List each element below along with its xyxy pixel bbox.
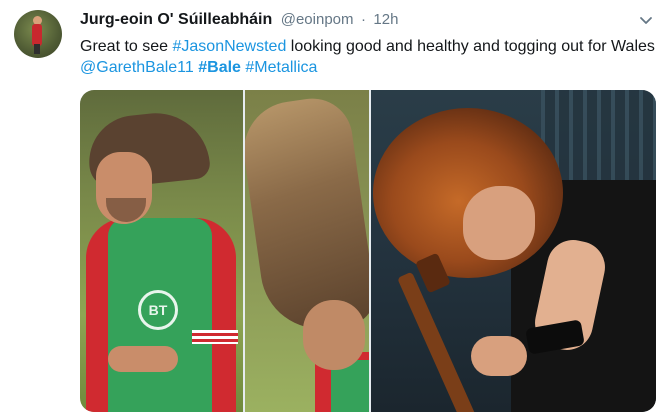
footballer-hands	[108, 346, 178, 372]
footballer-head	[303, 300, 365, 370]
photo-guitarist-headbanging[interactable]	[371, 90, 656, 412]
tweet-text-part: looking good and healthy and togging out…	[286, 38, 655, 55]
photo-footballer-hair-flip[interactable]	[245, 90, 369, 412]
header-separator: ·	[360, 11, 366, 28]
tweet-text: Great to see #JasonNewsted looking good …	[80, 36, 660, 78]
sleeve-stripes	[192, 330, 238, 344]
photo-footballer-training[interactable]: BT	[80, 90, 243, 412]
tweet-media[interactable]: BT	[80, 90, 656, 412]
tweet-text-part: Great to see	[80, 38, 173, 55]
guitarist-hand	[471, 336, 527, 376]
author-handle[interactable]: @eoinpom	[281, 11, 354, 28]
hashtag-metallica[interactable]: #Metallica	[245, 59, 317, 76]
avatar-figure-body	[32, 24, 42, 46]
mention-garethbale11[interactable]: @GarethBale11	[80, 59, 194, 76]
author-name[interactable]: Jurg-eoin O' Súilleabháin	[80, 11, 272, 28]
tweet-header: Jurg-eoin O' Súilleabháin @eoinpom · 12h	[80, 11, 630, 31]
guitar-neck	[397, 271, 477, 412]
guitarist-hair	[373, 108, 563, 278]
bib-sponsor-logo: BT	[138, 290, 178, 330]
guitarist-face	[463, 186, 535, 260]
tweet-timestamp[interactable]: 12h	[373, 11, 398, 28]
avatar-figure-leg	[34, 44, 40, 54]
hashtag-jasonnewsted[interactable]: #JasonNewsted	[173, 38, 287, 55]
chevron-down-icon[interactable]	[638, 12, 654, 28]
flying-hair	[245, 93, 369, 337]
hashtag-bale[interactable]: #Bale	[198, 59, 241, 76]
avatar[interactable]	[14, 10, 62, 58]
